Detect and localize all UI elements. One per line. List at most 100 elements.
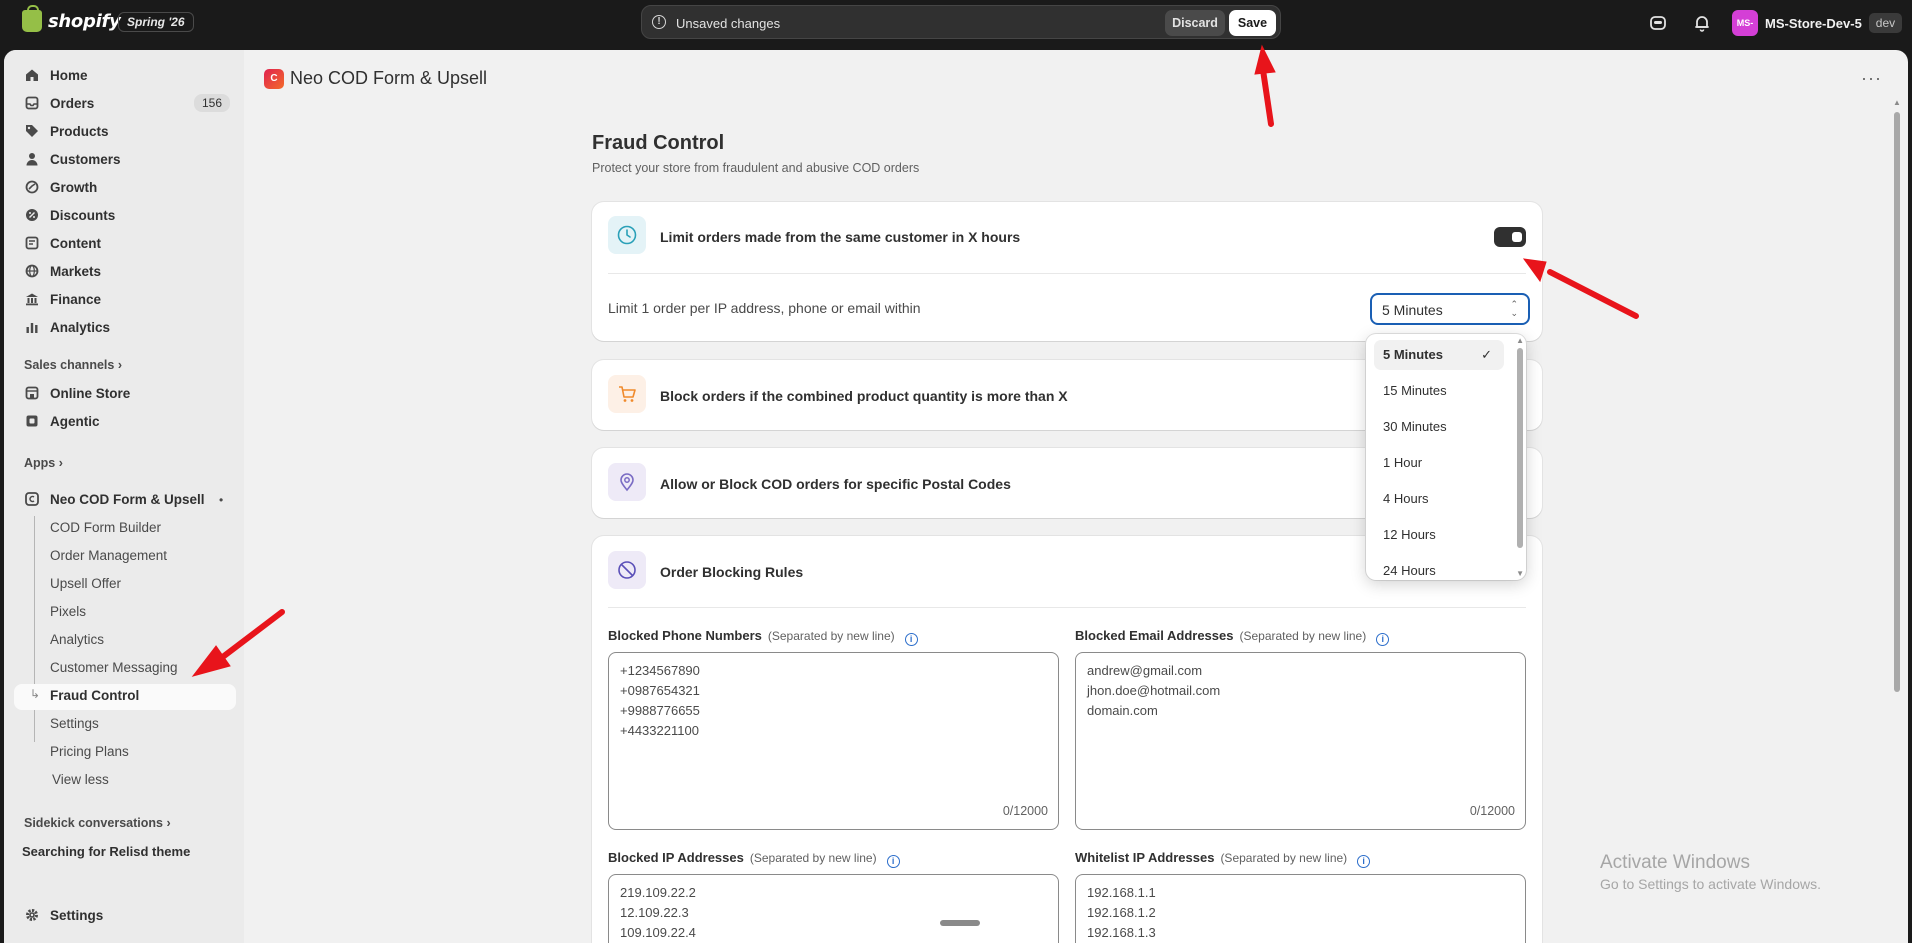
neo-cod-app-icon: C bbox=[264, 68, 284, 89]
bell-icon[interactable] bbox=[1692, 13, 1712, 33]
blocked-emails-textarea[interactable]: andrew@gmail.com jhon.doe@hotmail.com do… bbox=[1075, 652, 1526, 830]
limit-window-select[interactable]: 5 Minutes ⌃ ⌄ bbox=[1370, 293, 1530, 325]
sidebar-item-label: Content bbox=[50, 235, 101, 251]
card-divider bbox=[608, 273, 1526, 274]
app-icon bbox=[24, 491, 40, 507]
subnav-view-less[interactable]: View less bbox=[52, 772, 109, 787]
pin-dot-icon: • bbox=[219, 493, 224, 507]
discard-button[interactable]: Discard bbox=[1165, 10, 1225, 36]
tag-icon bbox=[24, 123, 40, 139]
store-avatar: MS- bbox=[1732, 10, 1758, 36]
store-switcher[interactable]: MS- MS-Store-Dev-5 dev bbox=[1732, 10, 1903, 36]
sidekick-conversation-item[interactable]: Searching for Relisd theme bbox=[22, 844, 190, 859]
more-actions-icon[interactable]: ··· bbox=[1861, 68, 1882, 89]
sidebar-item-label: Online Store bbox=[50, 385, 131, 401]
option-15-minutes[interactable]: 15 Minutes bbox=[1374, 376, 1504, 406]
unsaved-text: Unsaved changes bbox=[676, 16, 781, 31]
apps-heading[interactable]: Apps › bbox=[24, 456, 63, 470]
subnav-pixels[interactable]: Pixels bbox=[50, 604, 86, 619]
sidebar-item-label: Markets bbox=[50, 263, 102, 279]
edition-badge[interactable]: Spring '26 bbox=[118, 12, 194, 32]
option-5-minutes[interactable]: 5 Minutes ✓ bbox=[1374, 340, 1504, 370]
subnav-fraud-control[interactable]: Fraud Control bbox=[50, 688, 139, 703]
sidebar-item-analytics[interactable]: Analytics bbox=[14, 314, 236, 340]
clock-icon bbox=[608, 216, 646, 254]
store-icon bbox=[24, 385, 40, 401]
blocked-ips-textarea[interactable]: 219.109.22.2 12.109.22.3 109.109.22.4 bbox=[608, 874, 1059, 943]
home-icon bbox=[24, 67, 40, 83]
chart-icon bbox=[24, 319, 40, 335]
sidebar-item-products[interactable]: Products bbox=[14, 118, 236, 144]
sidebar-item-customers[interactable]: Customers bbox=[14, 146, 236, 172]
block-icon bbox=[608, 551, 646, 589]
subnav-upsell-offer[interactable]: Upsell Offer bbox=[50, 576, 121, 591]
shopify-bag-icon bbox=[22, 5, 42, 32]
sidebar-item-label: Discounts bbox=[50, 207, 116, 223]
limit-orders-toggle[interactable] bbox=[1494, 227, 1526, 247]
sidebar-item-content[interactable]: Content bbox=[14, 230, 236, 256]
subnav-order-management[interactable]: Order Management bbox=[50, 548, 167, 563]
resize-handle[interactable] bbox=[940, 920, 980, 926]
sidebar-item-orders[interactable]: Orders 156 bbox=[14, 90, 236, 116]
sidebar-item-label: Products bbox=[50, 123, 109, 139]
bank-icon bbox=[24, 291, 40, 307]
select-updown-icon: ⌃ ⌄ bbox=[1510, 299, 1518, 318]
info-icon[interactable]: i bbox=[886, 855, 900, 868]
sidebar-item-neo-cod-app[interactable]: Neo COD Form & Upsell • bbox=[14, 486, 236, 512]
select-value: 5 Minutes bbox=[1382, 302, 1443, 318]
subnav-analytics[interactable]: Analytics bbox=[50, 632, 104, 647]
info-icon[interactable]: i bbox=[1376, 633, 1390, 646]
sidebar-item-label: Neo COD Form & Upsell bbox=[50, 491, 205, 507]
shopify-logo[interactable]: shopify bbox=[22, 5, 121, 32]
chevron-right-icon: › bbox=[58, 456, 63, 470]
sidebar-item-home[interactable]: Home bbox=[14, 62, 236, 88]
option-24-hours[interactable]: 24 Hours bbox=[1374, 556, 1504, 580]
dropdown-scrollbar[interactable] bbox=[1517, 348, 1523, 548]
subnav-pricing-plans[interactable]: Pricing Plans bbox=[50, 744, 129, 759]
limit-window-dropdown: ▲ 5 Minutes ✓ 15 Minutes 30 Minutes 1 Hou… bbox=[1366, 334, 1526, 580]
main-content: C Neo COD Form & Upsell ··· Fraud Contro… bbox=[244, 50, 1908, 943]
sidebar-item-settings[interactable]: Settings bbox=[14, 902, 236, 928]
subnav-customer-messaging[interactable]: Customer Messaging bbox=[50, 660, 178, 675]
sidebar-item-growth[interactable]: Growth bbox=[14, 174, 236, 200]
content-icon bbox=[24, 235, 40, 251]
option-1-hour[interactable]: 1 Hour bbox=[1374, 448, 1504, 478]
sidekick-icon[interactable] bbox=[1648, 13, 1668, 33]
scroll-up-icon[interactable]: ▲ bbox=[1516, 336, 1524, 345]
sidebar-item-label: Growth bbox=[50, 179, 98, 195]
limit-row-text: Limit 1 order per IP address, phone or e… bbox=[608, 300, 921, 316]
option-12-hours[interactable]: 12 Hours bbox=[1374, 520, 1504, 550]
sidebar-item-finance[interactable]: Finance bbox=[14, 286, 236, 312]
store-name: MS-Store-Dev-5 bbox=[1765, 15, 1862, 31]
sidebar: Home Orders 156 Products Customers Growt… bbox=[4, 50, 244, 943]
watermark-line-2: Go to Settings to activate Windows. bbox=[1600, 876, 1821, 892]
sidebar-item-label: Settings bbox=[50, 907, 104, 923]
growth-icon bbox=[24, 179, 40, 195]
sidebar-item-online-store[interactable]: Online Store bbox=[14, 380, 236, 406]
admin-shell: Home Orders 156 Products Customers Growt… bbox=[4, 50, 1908, 943]
sidebar-item-markets[interactable]: Markets bbox=[14, 258, 236, 284]
option-30-minutes[interactable]: 30 Minutes bbox=[1374, 412, 1504, 442]
dev-badge: dev bbox=[1868, 13, 1903, 33]
info-icon[interactable]: i bbox=[904, 633, 918, 646]
main-scrollbar[interactable] bbox=[1894, 112, 1900, 692]
top-bar: shopify Spring '26 ! Unsaved changes Dis… bbox=[0, 0, 1912, 46]
scroll-down-icon[interactable]: ▼ bbox=[1516, 569, 1524, 578]
sidebar-item-label: Orders bbox=[50, 95, 95, 111]
sidebar-item-agentic[interactable]: Agentic bbox=[14, 408, 236, 434]
char-counter: 0/12000 bbox=[1469, 804, 1515, 818]
whitelist-ips-textarea[interactable]: 192.168.1.1 192.168.1.2 192.168.1.3 bbox=[1075, 874, 1526, 943]
sales-channels-heading[interactable]: Sales channels › bbox=[24, 358, 122, 372]
windows-activation-watermark: Activate Windows Go to Settings to activ… bbox=[1600, 852, 1821, 892]
info-icon[interactable]: i bbox=[1357, 855, 1371, 868]
sidebar-item-discounts[interactable]: Discounts bbox=[14, 202, 236, 228]
option-4-hours[interactable]: 4 Hours bbox=[1374, 484, 1504, 514]
save-button[interactable]: Save bbox=[1229, 10, 1276, 36]
subnav-settings[interactable]: Settings bbox=[50, 716, 99, 731]
subnav-cod-form-builder[interactable]: COD Form Builder bbox=[50, 520, 161, 535]
blocked-phones-textarea[interactable]: +1234567890 +0987654321 +9988776655 +443… bbox=[608, 652, 1059, 830]
sidekick-heading[interactable]: Sidekick conversations › bbox=[24, 816, 171, 830]
sidebar-item-label: Home bbox=[50, 67, 88, 83]
scroll-up-icon[interactable]: ▲ bbox=[1893, 98, 1901, 107]
page-subtitle: Protect your store from fraudulent and a… bbox=[592, 161, 920, 175]
